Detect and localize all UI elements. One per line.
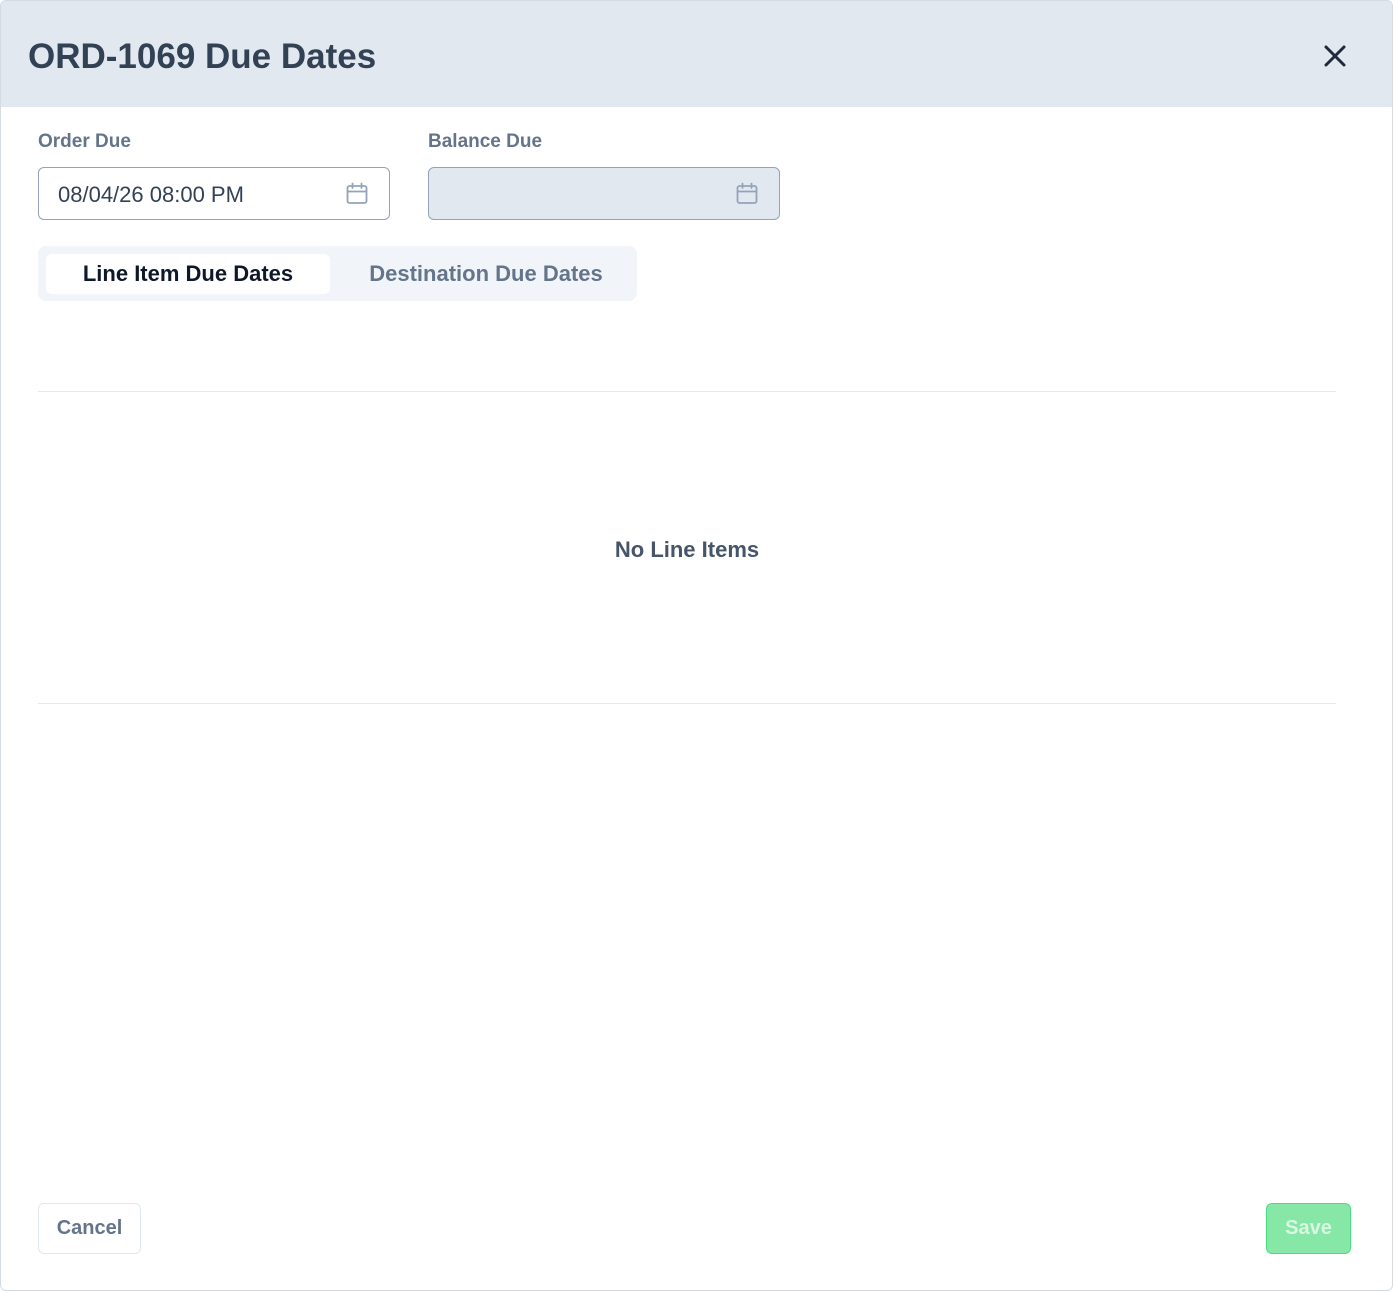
- calendar-icon[interactable]: [345, 182, 369, 206]
- content-bottom-divider: [38, 703, 1336, 704]
- calendar-icon[interactable]: [735, 182, 759, 206]
- empty-line-items-message: No Line Items: [614, 537, 760, 562]
- order-due-field[interactable]: 08/04/26 08:00 PM: [38, 167, 390, 220]
- due-dates-dialog: ORD-1069 Due Dates Order Due 08/04/26 08…: [0, 0, 1393, 1291]
- cancel-button[interactable]: Cancel: [38, 1203, 141, 1254]
- order-due-value: 08/04/26 08:00 PM: [58, 182, 244, 207]
- dialog-title: ORD-1069 Due Dates: [28, 37, 377, 76]
- balance-due-field[interactable]: [428, 167, 780, 220]
- close-button[interactable]: [1313, 34, 1357, 78]
- dialog-header: ORD-1069 Due Dates: [1, 1, 1392, 107]
- save-button[interactable]: Save: [1266, 1203, 1351, 1254]
- order-due-label: Order Due: [38, 131, 131, 152]
- balance-due-label: Balance Due: [428, 131, 543, 152]
- content-top-divider: [38, 391, 1336, 392]
- close-icon: [1324, 45, 1346, 67]
- tab-destination-due-dates[interactable]: Destination Due Dates: [336, 254, 636, 294]
- due-dates-tabs: Line Item Due Dates Destination Due Date…: [38, 246, 637, 301]
- tab-line-item-due-dates[interactable]: Line Item Due Dates: [46, 254, 330, 294]
